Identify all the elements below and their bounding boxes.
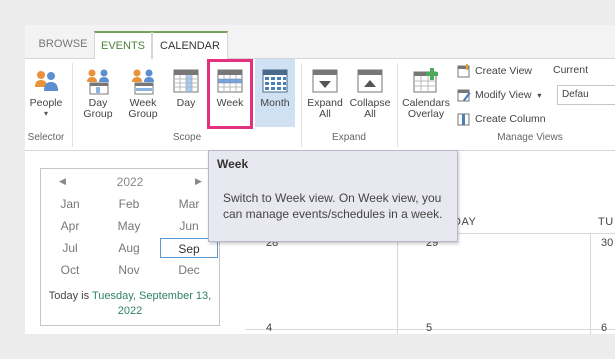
create-view-icon [457, 64, 470, 78]
week-group-icon [132, 69, 154, 95]
ribbon-tab-bar: BROWSE EVENTS CALENDAR [25, 25, 615, 60]
date-navigator: ◀ 2022 ▶ Jan Feb Mar Apr May Jun Jul Aug… [40, 168, 220, 326]
day-calendar-icon [173, 69, 199, 93]
create-column-icon [457, 113, 470, 126]
create-column-label: Create Column [475, 113, 546, 125]
current-view-label: Current [553, 64, 589, 76]
ribbon-separator [72, 63, 73, 147]
tooltip-body: Switch to Week view. On Week view, you c… [223, 191, 443, 221]
day-group-button[interactable]: Day Group [77, 59, 119, 131]
modify-view-icon [457, 89, 471, 102]
today-link-year[interactable]: 2022 [118, 305, 142, 317]
day-number[interactable]: 5 [426, 322, 432, 334]
month-cell[interactable]: Dec [160, 260, 218, 280]
current-view-select[interactable]: Defau [557, 85, 615, 105]
day-group-label-2: Group [83, 108, 113, 120]
create-view-button[interactable]: Create View [457, 62, 532, 80]
modify-view-label: Modify View [475, 89, 532, 101]
chevron-down-icon: ▾ [537, 91, 542, 100]
day-number[interactable]: 30 [601, 237, 613, 249]
modify-view-button[interactable]: Modify View ▾ [457, 86, 541, 104]
today-prefix: Today is [48, 290, 92, 302]
day-group-icon [87, 69, 109, 95]
expand-all-button[interactable]: Expand All [305, 59, 345, 131]
day-number[interactable]: 6 [601, 322, 607, 334]
group-label-scope: Scope [172, 132, 202, 143]
next-year-arrow-icon[interactable]: ▶ [195, 172, 202, 190]
collapse-all-icon [357, 69, 383, 93]
month-cell[interactable]: Jul [41, 238, 99, 258]
grid-line [397, 233, 398, 334]
tab-browse[interactable]: BROWSE [33, 31, 93, 59]
week-view-button[interactable]: Week [207, 59, 253, 129]
expand-all-icon [312, 69, 338, 93]
ribbon-separator [301, 63, 302, 147]
calendars-overlay-button[interactable]: Calendars Overlay [400, 59, 452, 131]
calendars-overlay-label-2: Overlay [407, 108, 445, 120]
today-indicator: Today is Tuesday, September 13, 2022 [41, 289, 219, 319]
month-cell[interactable]: Aug [100, 238, 158, 258]
month-cell[interactable]: Jan [41, 194, 99, 214]
group-label-manage-views: Manage Views [497, 132, 563, 143]
today-link[interactable]: Tuesday, September 13, [92, 290, 211, 302]
weekday-header: TU [598, 216, 614, 228]
tab-events[interactable]: EVENTS [94, 31, 152, 59]
grid-line [590, 233, 591, 334]
month-calendar-icon [262, 69, 288, 93]
ribbon: People ▾ Selector Day Group Week Group D… [25, 59, 615, 151]
people-button[interactable]: People ▾ [25, 59, 67, 131]
ribbon-separator [397, 63, 398, 147]
picker-year: 2022 [116, 175, 144, 189]
month-cell[interactable]: Nov [100, 260, 158, 280]
week-group-button[interactable]: Week Group [122, 59, 164, 131]
tab-calendar[interactable]: CALENDAR [152, 31, 228, 60]
collapse-all-label-2: All [364, 108, 376, 120]
group-label-expand: Expand [332, 132, 366, 143]
week-group-label-2: Group [128, 108, 158, 120]
month-label: Month [260, 97, 290, 109]
month-cell[interactable]: Oct [41, 260, 99, 280]
collapse-all-button[interactable]: Collapse All [347, 59, 393, 131]
day-label: Day [176, 97, 196, 109]
tooltip-title: Week [217, 157, 249, 171]
week-calendar-icon [217, 69, 243, 93]
create-column-button[interactable]: Create Column [457, 110, 546, 128]
week-label: Week [216, 97, 244, 109]
chevron-down-icon: ▾ [43, 109, 48, 118]
expand-all-label-2: All [319, 108, 331, 120]
month-cell[interactable]: May [100, 216, 158, 236]
people-label: People [29, 97, 63, 109]
month-cell[interactable]: Apr [41, 216, 99, 236]
month-view-button[interactable]: Month [255, 59, 295, 127]
people-icon [35, 71, 58, 91]
day-number[interactable]: 4 [266, 322, 272, 334]
day-view-button[interactable]: Day [168, 59, 204, 131]
week-tooltip: Week Switch to Week view. On Week view, … [208, 150, 458, 242]
month-cell[interactable]: Feb [100, 194, 158, 214]
create-view-label: Create View [475, 65, 533, 77]
group-label-selector: Selector [27, 132, 65, 143]
calendars-overlay-icon [413, 68, 438, 93]
